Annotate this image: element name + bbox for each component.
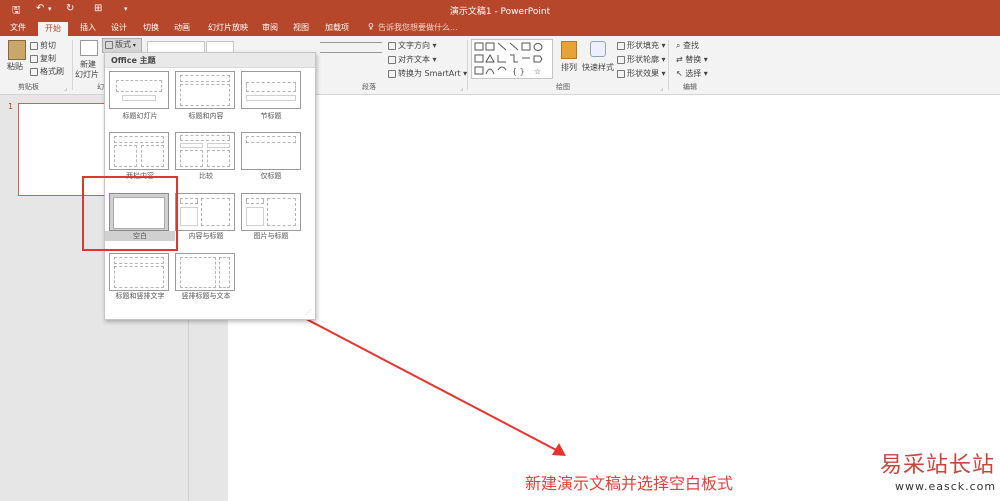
layout-vertical-title-and-text[interactable] [175, 253, 235, 291]
layout-label: 内容与标题 [188, 232, 224, 240]
layout-label: 标题和内容 [188, 112, 224, 120]
layout-label: 图片与标题 [253, 232, 289, 240]
watermark-brand: 易采站长站 [880, 453, 996, 478]
resize-grip-icon[interactable]: ⋰ [305, 309, 311, 316]
layout-label: 竖排标题与文本 [181, 292, 231, 300]
layout-two-content[interactable] [109, 132, 169, 170]
layout-title-only[interactable] [241, 132, 301, 170]
gallery-header: Office 主题 [105, 53, 315, 68]
layout-title-and-vertical-text[interactable] [109, 253, 169, 291]
layout-section-header[interactable] [241, 71, 301, 109]
layout-label: 标题和竖排文字 [115, 292, 165, 300]
layout-content-with-caption[interactable] [175, 193, 235, 231]
layout-title-and-content[interactable] [175, 71, 235, 109]
layout-label: 节标题 [260, 112, 282, 120]
layout-label: 比较 [199, 172, 213, 180]
watermark-url: www.easck.com [895, 480, 997, 493]
annotation-text: 新建演示文稿并选择空白板式 [525, 474, 734, 493]
layout-label: 标题幻灯片 [122, 112, 158, 120]
layout-comparison[interactable] [175, 132, 235, 170]
layout-title-slide[interactable] [109, 71, 169, 109]
highlight-box [82, 176, 178, 251]
layout-label: 仅标题 [260, 172, 282, 180]
layout-picture-with-caption[interactable] [241, 193, 301, 231]
